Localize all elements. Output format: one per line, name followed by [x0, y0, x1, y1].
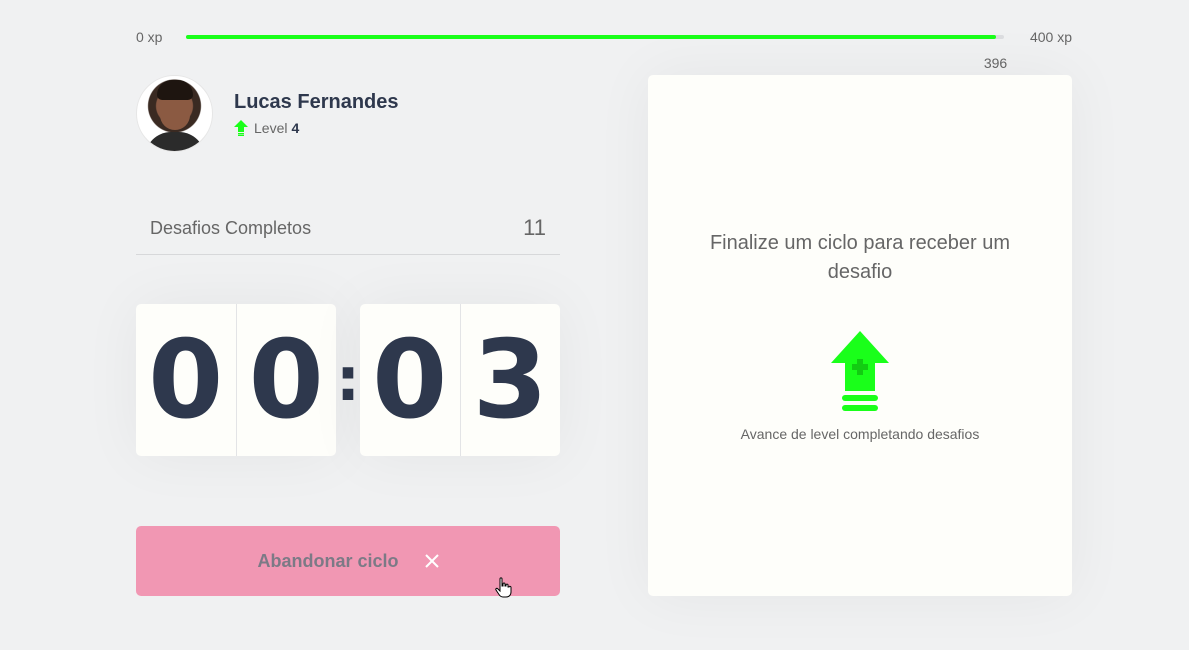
experience-bar: 0 xp 396 xp 400 xp — [136, 27, 1072, 87]
completed-challenges-label: Desafios Completos — [150, 217, 312, 238]
second-digit-left: 0 — [360, 304, 461, 456]
profile: Lucas Fernandes Level 4 — [136, 75, 399, 152]
hand-pointer-icon — [495, 577, 512, 598]
xp-max-label: 400 xp — [1029, 29, 1072, 45]
xp-fill — [186, 35, 996, 39]
completed-challenges-count: 11 — [523, 215, 546, 240]
profile-level: Level 4 — [234, 120, 399, 136]
second-digit-right: 3 — [472, 317, 548, 443]
challenge-title: Finalize um ciclo para receber um desafi… — [709, 232, 1011, 283]
minute-digit-left: 0 — [136, 304, 237, 456]
minute-digit-right: 0 — [248, 317, 324, 443]
level-up-icon — [831, 331, 889, 411]
xp-min-label: 0 xp — [136, 29, 163, 45]
level-label: Level — [254, 120, 288, 136]
challenge-box: Finalize um ciclo para receber um desafi… — [648, 75, 1072, 596]
xp-track: 396 xp — [186, 35, 1007, 87]
profile-name: Lucas Fernandes — [234, 91, 399, 113]
countdown-separator: : — [336, 345, 360, 415]
countdown-seconds: 0 3 — [360, 304, 560, 456]
challenge-hint: Avance de level completando desafios — [740, 426, 980, 442]
countdown-minutes: 0 0 — [136, 304, 336, 456]
avatar — [136, 75, 213, 152]
profile-info: Lucas Fernandes Level 4 — [234, 91, 399, 136]
abandon-cycle-label: Abandonar ciclo — [257, 550, 399, 571]
completed-challenges: Desafios Completos 11 — [136, 202, 560, 255]
close-icon — [424, 554, 439, 568]
level-value: 4 — [291, 120, 300, 136]
level-up-arrow-icon — [234, 120, 248, 136]
countdown: 0 0 : 0 3 — [136, 304, 560, 456]
